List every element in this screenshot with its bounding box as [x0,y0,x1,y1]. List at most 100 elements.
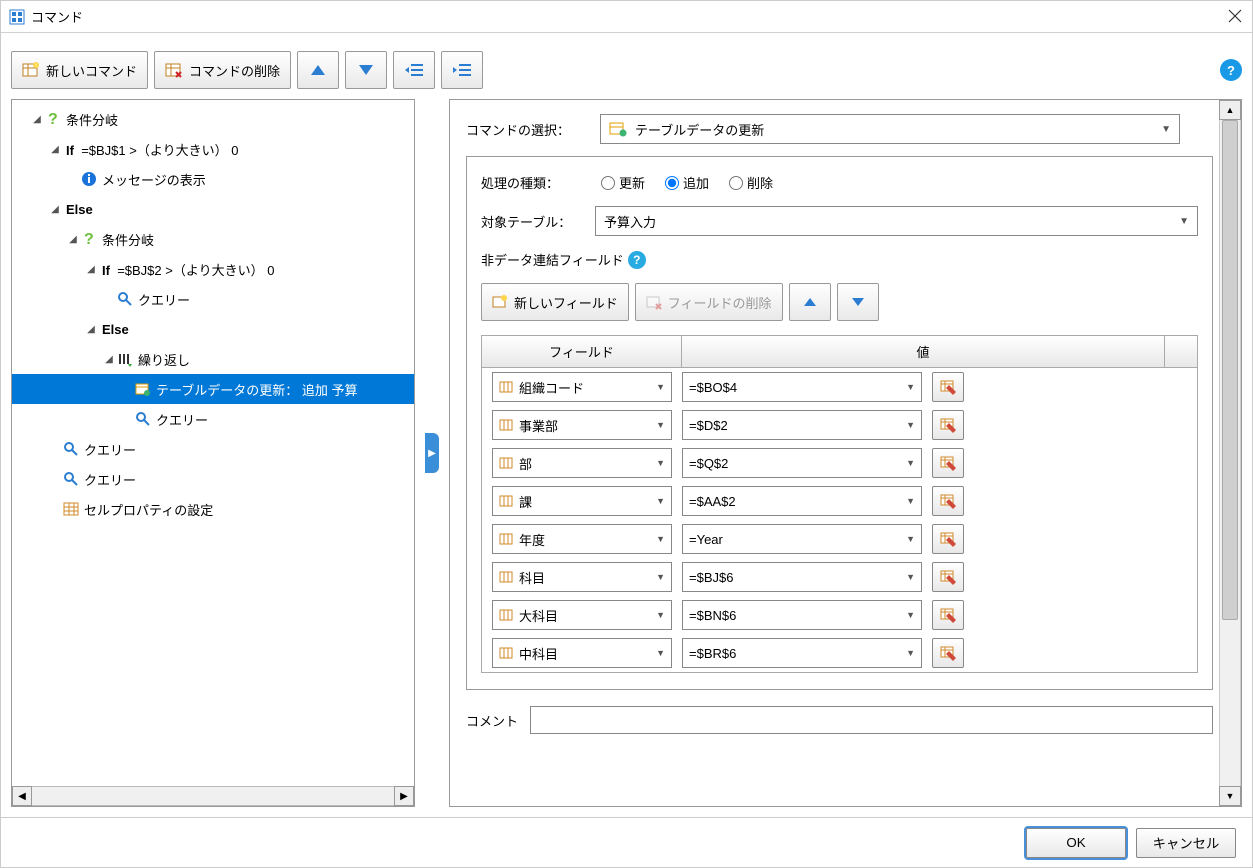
outdent-button[interactable] [393,51,435,89]
value-dropdown[interactable]: =$D$2▼ [682,410,922,440]
cell-picker-button[interactable] [932,372,964,402]
collapse-icon: ◢ [30,114,44,125]
column-icon [499,418,513,432]
target-table-label: 対象テーブル： [481,212,581,231]
tree-node-cellprops[interactable]: セルプロパティの設定 [12,494,414,524]
target-table-dropdown[interactable]: 予算入力 ▼ [595,206,1198,236]
new-field-button[interactable]: 新しいフィールド [481,283,629,321]
table-row: 課▼ =$AA$2▼ [482,482,1197,520]
field-dropdown[interactable]: 科目▼ [492,562,672,592]
value-text: =$BR$6 [689,646,736,661]
fields-table: フィールド 値 組織コード▼=$BO$4▼事業部▼=$D$2▼部▼=$Q$2▼課… [481,335,1198,673]
delete-command-button[interactable]: コマンドの削除 [154,51,291,89]
chevron-down-icon: ▼ [1161,124,1171,135]
field-move-down-button[interactable] [837,283,879,321]
tree-node-loop[interactable]: ◢ 繰り返し [12,344,414,374]
tree-node-query[interactable]: クエリー [12,284,414,314]
tree-node-query[interactable]: クエリー [12,464,414,494]
collapse-icon: ◢ [66,234,80,245]
value-dropdown[interactable]: =$Q$2▼ [682,448,922,478]
chevron-down-icon: ▼ [656,534,665,544]
tree-node-else[interactable]: ◢ Else [12,314,414,344]
field-dropdown[interactable]: 組織コード▼ [492,372,672,402]
field-dropdown[interactable]: 課▼ [492,486,672,516]
value-text: =$BJ$6 [689,570,733,585]
comment-input[interactable] [530,706,1213,734]
column-icon [499,646,513,660]
tree-horizontal-scrollbar[interactable]: ◀ ▶ [12,786,414,806]
right-vertical-scrollbar[interactable]: ▲ ▼ [1219,100,1241,806]
ok-button[interactable]: OK [1026,828,1126,858]
tree-node-branch[interactable]: ◢ ? 条件分岐 [12,224,414,254]
cell-picker-button[interactable] [932,410,964,440]
command-select-dropdown[interactable]: テーブルデータの更新 ▼ [600,114,1180,144]
cell-picker-button[interactable] [932,524,964,554]
field-dropdown[interactable]: 部▼ [492,448,672,478]
value-text: =Year [689,532,723,547]
splitter-handle[interactable]: ▶ [425,99,439,807]
radio-update[interactable]: 更新 [601,173,645,192]
window-title: コマンド [31,7,1228,26]
magnifier-icon [134,411,152,427]
scroll-left-icon[interactable]: ◀ [12,786,32,806]
value-dropdown[interactable]: =$BN$6▼ [682,600,922,630]
field-move-up-button[interactable] [789,283,831,321]
value-dropdown[interactable]: =$BJ$6▼ [682,562,922,592]
field-name: 部 [519,454,532,473]
scroll-right-icon[interactable]: ▶ [394,786,414,806]
value-dropdown[interactable]: =$BO$4 ▼ [682,372,922,402]
tree-node-if[interactable]: ◢ If =$BJ$1 >（より大きい） 0 [12,134,414,164]
cell-picker-button[interactable] [932,448,964,478]
magnifier-icon [62,471,80,487]
column-icon [499,532,513,546]
value-dropdown[interactable]: =Year ▼ [682,524,922,554]
chevron-down-icon: ▼ [906,382,915,392]
svg-text:?: ? [48,111,58,127]
value-text: =$BO$4 [689,380,737,395]
cell-picker-button[interactable] [932,486,964,516]
radio-delete[interactable]: 削除 [729,173,773,192]
app-icon [9,9,25,25]
delete-command-label: コマンドの削除 [189,61,280,80]
collapse-icon: ◢ [84,324,98,335]
delete-field-button[interactable]: フィールドの削除 [635,283,783,321]
field-dropdown[interactable]: 大科目 ▼ [492,600,672,630]
tree-node-branch[interactable]: ◢ ? 条件分岐 [12,104,414,134]
new-command-button[interactable]: 新しいコマンド [11,51,148,89]
help-icon[interactable]: ? [1220,59,1242,81]
field-dropdown[interactable]: 中科目▼ [492,638,672,668]
value-dropdown[interactable]: =$BR$6▼ [682,638,922,668]
close-icon[interactable] [1228,9,1244,25]
field-name: 大科目 [519,606,558,625]
tree-node-table-update[interactable]: テーブルデータの更新： 追加 予算 [12,374,414,404]
scroll-up-icon[interactable]: ▲ [1219,100,1241,120]
scrollbar-thumb[interactable] [1222,120,1238,620]
table-row: 部▼ =$Q$2▼ [482,444,1197,482]
radio-add[interactable]: 追加 [665,173,709,192]
command-tree[interactable]: ◢ ? 条件分岐 ◢ If =$BJ$1 >（より大きい） 0 メッセージの表示… [12,100,414,786]
move-up-button[interactable] [297,51,339,89]
field-dropdown[interactable]: 年度 ▼ [492,524,672,554]
cell-picker-button[interactable] [932,638,964,668]
col-value-header: 値 [682,336,1165,367]
field-name: 年度 [519,530,545,549]
value-dropdown[interactable]: =$AA$2▼ [682,486,922,516]
cancel-button[interactable]: キャンセル [1136,828,1236,858]
tree-node-message[interactable]: メッセージの表示 [12,164,414,194]
field-dropdown[interactable]: 事業部▼ [492,410,672,440]
cell-picker-button[interactable] [932,562,964,592]
chevron-down-icon: ▼ [656,382,665,392]
chevron-down-icon: ▼ [656,496,665,506]
indent-button[interactable] [441,51,483,89]
scroll-down-icon[interactable]: ▼ [1219,786,1241,806]
tree-node-else[interactable]: ◢ Else [12,194,414,224]
chevron-down-icon: ▼ [656,610,665,620]
tree-node-query[interactable]: クエリー [12,404,414,434]
tree-node-if[interactable]: ◢ If =$BJ$2 >（より大きい） 0 [12,254,414,284]
chevron-down-icon: ▼ [906,534,915,544]
table-row: 年度 ▼ =Year ▼ [482,520,1197,558]
move-down-button[interactable] [345,51,387,89]
help-icon[interactable]: ? [628,251,646,269]
tree-node-query[interactable]: クエリー [12,434,414,464]
cell-picker-button[interactable] [932,600,964,630]
